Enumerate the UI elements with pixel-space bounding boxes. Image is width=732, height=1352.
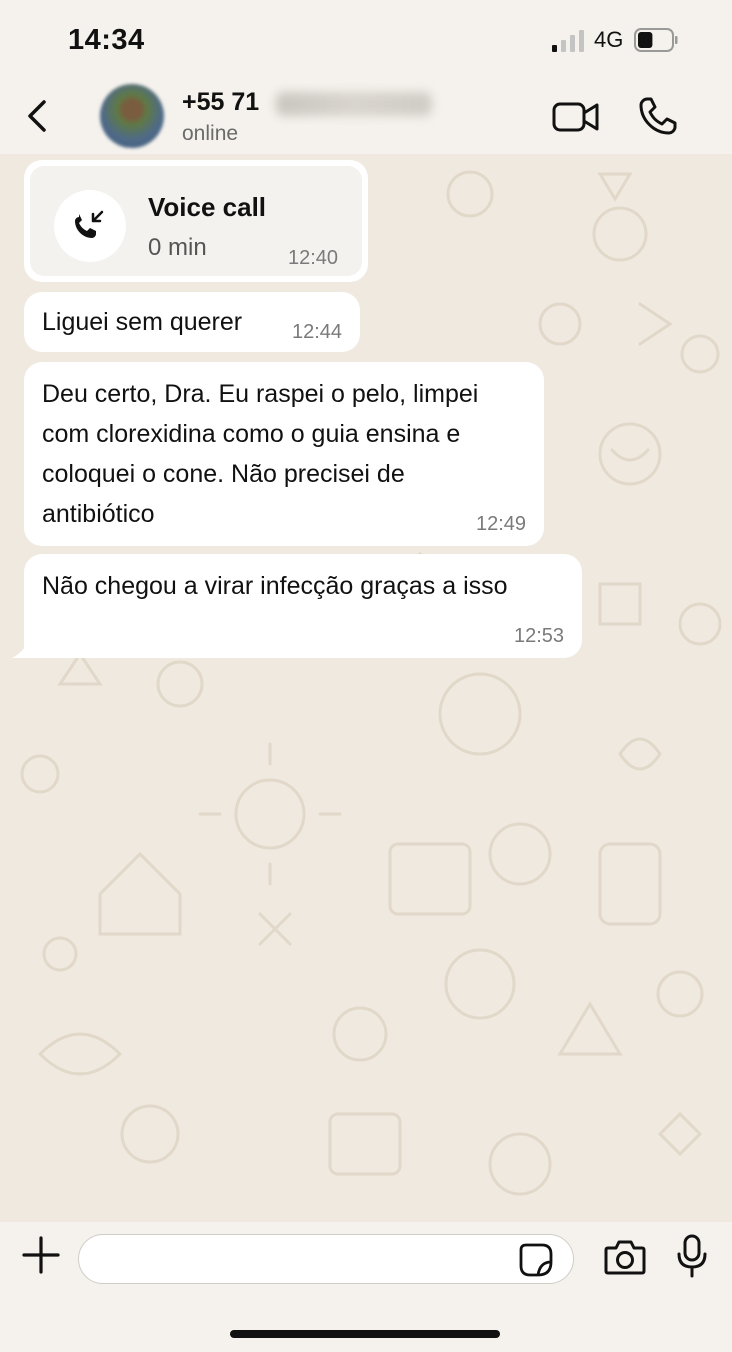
avatar[interactable] [100, 84, 164, 148]
message-time: 12:49 [476, 513, 527, 535]
contact-name[interactable]: +55 71 [182, 88, 259, 117]
message-text: Liguei sem querer [42, 308, 243, 336]
text-message-bubble[interactable]: Liguei sem querer 12:44 [24, 292, 360, 352]
video-camera-icon[interactable] [552, 100, 600, 134]
microphone-icon[interactable] [676, 1234, 708, 1278]
bubble-tail [12, 638, 30, 658]
redacted-number [276, 92, 432, 116]
message-time: 12:44 [292, 321, 343, 343]
message-time: 12:53 [514, 625, 565, 647]
status-time: 14:34 [68, 24, 145, 56]
call-icon-circle [54, 190, 126, 262]
text-message-bubble[interactable]: Deu certo, Dra. Eu raspei o pelo, limpei… [24, 362, 544, 546]
network-type: 4G [594, 27, 624, 52]
signal-bars-icon [552, 30, 584, 52]
home-indicator [230, 1330, 500, 1338]
message-input[interactable] [78, 1234, 574, 1284]
incoming-call-icon [75, 210, 104, 238]
call-duration: 0 min [148, 234, 207, 261]
battery-icon [634, 28, 678, 52]
call-title: Voice call [148, 192, 267, 222]
chat-area[interactable]: Voice call 0 min 12:40 Liguei sem querer… [0, 154, 732, 1222]
message-text: Deu certo, Dra. Eu raspei o pelo, limpei… [42, 380, 479, 528]
chat-header: +55 71 online [0, 80, 732, 154]
call-message-bubble[interactable]: Voice call 0 min 12:40 [24, 160, 368, 282]
sticker-icon[interactable] [518, 1242, 554, 1278]
text-message-bubble[interactable]: Não chegou a virar infecção graças a iss… [24, 554, 582, 658]
camera-icon[interactable] [604, 1238, 646, 1276]
status-bar: 14:34 4G [0, 0, 732, 80]
message-time: 12:40 [288, 247, 339, 269]
phone-icon[interactable] [638, 96, 678, 136]
message-composer [0, 1222, 732, 1352]
chevron-left-icon[interactable] [22, 96, 52, 136]
contact-status: online [182, 122, 239, 145]
message-text: Não chegou a virar infecção graças a iss… [42, 572, 508, 600]
plus-icon[interactable] [22, 1236, 60, 1274]
